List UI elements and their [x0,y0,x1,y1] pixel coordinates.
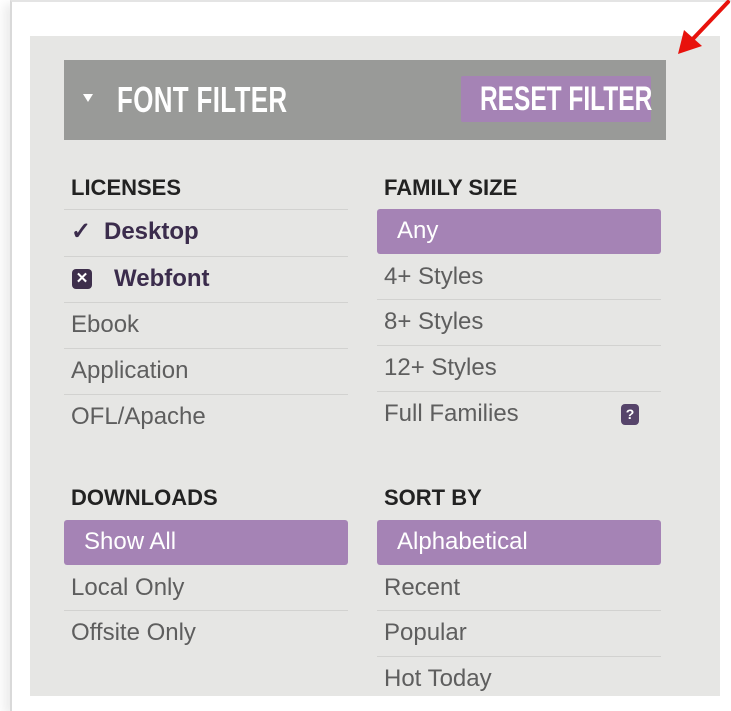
sort-label: Popular [384,619,467,646]
license-label: OFL/Apache [71,403,206,430]
sort-label: Alphabetical [397,528,528,555]
license-item-ebook[interactable]: Ebook [64,302,348,347]
downloads-label: Local Only [71,574,185,601]
license-item-application[interactable]: Application [64,348,348,393]
reset-filter-label: RESET FILTER [480,80,653,118]
reset-filter-button[interactable]: RESET FILTER [461,76,653,122]
downloads-heading: DOWNLOADS [71,485,218,510]
downloads-item-local-only[interactable]: Local Only [64,566,348,611]
sort-by-heading: SORT BY [384,485,482,510]
family-size-item-12plus[interactable]: 12+ Styles [377,345,661,390]
check-icon: ✓ [71,218,92,245]
sort-item-alphabetical[interactable]: Alphabetical [377,520,661,565]
sort-item-recent[interactable]: Recent [377,566,661,611]
license-item-ofl-apache[interactable]: OFL/Apache [64,394,348,439]
family-size-label: 8+ Styles [384,308,484,335]
sort-label: Recent [384,574,461,601]
collapse-triangle-icon[interactable] [83,94,93,102]
license-label: Desktop [104,218,199,245]
license-label: Webfont [114,265,210,292]
family-size-heading: FAMILY SIZE [384,175,518,200]
family-size-label: 12+ Styles [384,354,497,381]
exclude-x-icon: ✕ [72,269,92,289]
license-item-desktop[interactable]: ✓ Desktop [64,209,348,254]
sort-label: Hot Today [384,665,492,692]
family-size-item-4plus[interactable]: 4+ Styles [377,255,661,300]
family-size-label: Any [397,217,439,244]
downloads-item-show-all[interactable]: Show All [64,520,348,565]
family-size-item-8plus[interactable]: 8+ Styles [377,299,661,344]
license-label: Application [71,357,189,384]
downloads-label: Offsite Only [71,619,196,646]
annotation-arrow-icon [678,0,730,54]
family-size-item-any[interactable]: Any [377,209,661,254]
filter-title: FONT FILTER [117,79,288,120]
help-question-icon[interactable]: ? [621,404,639,425]
family-size-item-full-families[interactable]: Full Families ? [377,391,661,436]
family-size-label: 4+ Styles [384,263,484,290]
licenses-heading: LICENSES [71,175,182,200]
license-label: Ebook [71,311,140,338]
sort-item-popular[interactable]: Popular [377,610,661,655]
sort-item-hot-today[interactable]: Hot Today [377,656,661,701]
downloads-item-offsite-only[interactable]: Offsite Only [64,610,348,655]
family-size-label: Full Families [384,400,519,427]
license-item-webfont[interactable]: ✕ Webfont [64,256,348,301]
downloads-label: Show All [84,528,177,555]
